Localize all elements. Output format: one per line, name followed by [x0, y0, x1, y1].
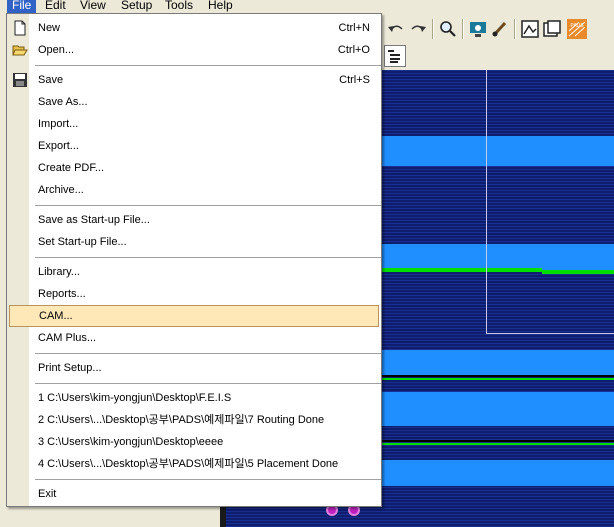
menu-item-create-pdf[interactable]: Create PDF...: [9, 158, 379, 178]
pads-icon[interactable]: PADS: [566, 19, 588, 39]
picture-icon[interactable]: [520, 19, 540, 39]
main-toolbar: PADS: [380, 13, 614, 44]
menu-item-new[interactable]: New Ctrl+N: [9, 18, 379, 38]
new-file-icon: [12, 20, 28, 36]
menu-separator: [35, 353, 381, 354]
menu-item-export[interactable]: Export...: [9, 136, 379, 156]
menu-item-recent-3[interactable]: 3 C:\Users\kim-yongjun\Desktop\eeee: [9, 432, 379, 452]
menu-item-cam[interactable]: CAM...: [9, 305, 379, 327]
menu-item-open[interactable]: Open... Ctrl+O: [9, 40, 379, 60]
undo-icon[interactable]: [386, 19, 406, 39]
view-icon[interactable]: [468, 19, 488, 39]
menu-item-print-setup[interactable]: Print Setup...: [9, 358, 379, 378]
menu-edit[interactable]: Edit: [40, 0, 71, 13]
menu-view[interactable]: View: [75, 0, 111, 13]
menu-bar: File Edit View Setup Tools Help: [0, 0, 614, 13]
menu-separator: [35, 479, 381, 480]
window-icon[interactable]: [542, 19, 562, 39]
folder-open-icon: [12, 42, 28, 58]
menu-item-archive[interactable]: Archive...: [9, 180, 379, 200]
menu-item-import[interactable]: Import...: [9, 114, 379, 134]
list-icon[interactable]: [384, 45, 406, 67]
menu-item-library[interactable]: Library...: [9, 262, 379, 282]
menu-setup[interactable]: Setup: [116, 0, 157, 13]
menu-item-save-startup[interactable]: Save as Start-up File...: [9, 210, 379, 230]
menu-item-reports[interactable]: Reports...: [9, 284, 379, 304]
menu-separator: [35, 257, 381, 258]
menu-item-exit[interactable]: Exit: [9, 484, 379, 504]
menu-item-recent-4[interactable]: 4 C:\Users\...\Desktop\공부\PADS\예제파일\5 Pl…: [9, 454, 379, 474]
menu-tools[interactable]: Tools: [160, 0, 198, 13]
save-icon: [12, 72, 28, 88]
brush-icon[interactable]: [490, 19, 510, 39]
menu-item-save-as[interactable]: Save As...: [9, 92, 379, 112]
menu-separator: [35, 65, 381, 66]
zoom-icon[interactable]: [438, 19, 458, 39]
trace: [542, 270, 614, 274]
menu-file[interactable]: File: [7, 0, 37, 13]
menu-separator: [35, 383, 381, 384]
redo-icon[interactable]: [408, 19, 428, 39]
board-outline: [486, 333, 614, 334]
menu-item-recent-1[interactable]: 1 C:\Users\kim-yongjun\Desktop\F.E.I.S: [9, 388, 379, 408]
menu-help[interactable]: Help: [203, 0, 238, 13]
secondary-toolbar: [380, 43, 614, 69]
menu-item-cam-plus[interactable]: CAM Plus...: [9, 328, 379, 348]
file-menu: New Ctrl+N Open... Ctrl+O Save Ctrl+S Sa…: [6, 13, 382, 507]
menu-item-recent-2[interactable]: 2 C:\Users\...\Desktop\공부\PADS\예제파일\7 Ro…: [9, 410, 379, 430]
menu-item-set-startup[interactable]: Set Start-up File...: [9, 232, 379, 252]
pads-logo-text: PADS: [570, 23, 584, 29]
board-outline: [486, 70, 487, 333]
menu-item-save[interactable]: Save Ctrl+S: [9, 70, 379, 90]
menu-separator: [35, 205, 381, 206]
